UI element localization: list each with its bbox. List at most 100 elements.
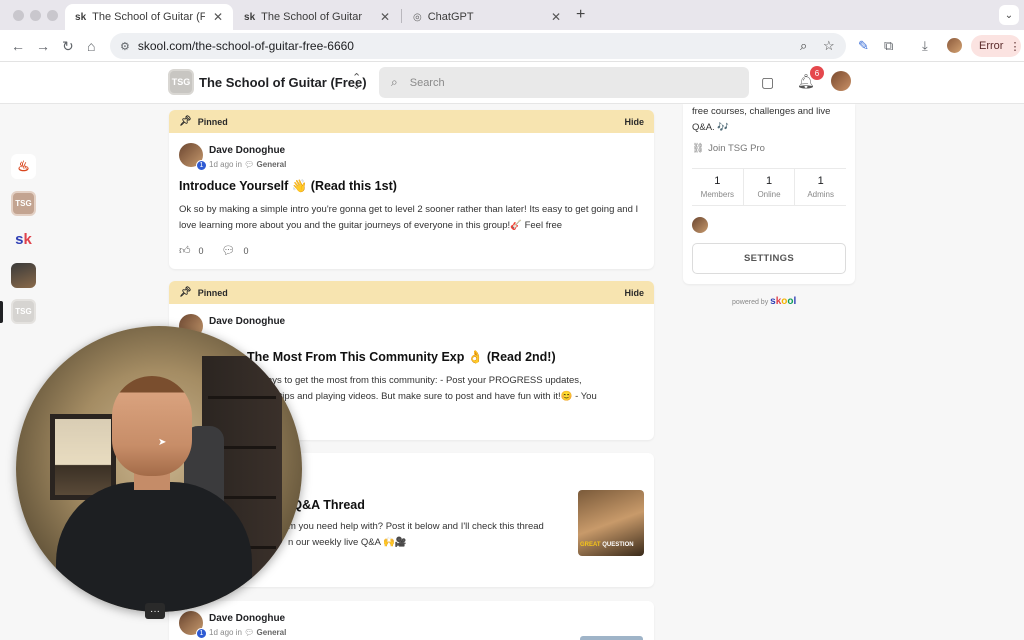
stat-admins[interactable]: 1 Admins [794, 169, 846, 205]
stat-label: Admins [807, 190, 835, 199]
post-category[interactable]: General [257, 160, 287, 169]
user-avatar[interactable] [831, 71, 851, 91]
post-body: m you need help with? Post it below and … [288, 519, 568, 551]
join-label: Join TSG Pro [708, 143, 765, 154]
search-input[interactable]: ⌕ Search [379, 67, 749, 98]
webcam-more-button[interactable]: ··· [145, 603, 165, 619]
join-tsg-pro-link[interactable]: ⛓ Join TSG Pro [692, 143, 765, 154]
site-info-icon[interactable]: ⚙ [120, 40, 130, 53]
post-category[interactable]: General [257, 628, 287, 637]
post-title[interactable]: Introduce Yourself 👋 (Read this 1st) [169, 179, 654, 194]
window-close-button[interactable] [13, 10, 24, 21]
stat-value: 1 [817, 175, 824, 187]
post-actions: 👍︎ 0 💬︎ 0 [169, 244, 654, 257]
stat-value: 1 [765, 175, 773, 187]
stat-online[interactable]: 1 Online [742, 169, 795, 205]
stat-value: 1 [714, 175, 721, 187]
author-name[interactable]: Dave Donoghue [209, 316, 285, 327]
category-chat-icon: 💬︎ [244, 160, 255, 169]
comment-icon[interactable]: 💬︎ [222, 244, 236, 257]
tab-title: The School of Guitar [261, 11, 363, 23]
home-icon[interactable]: ⌂ [87, 38, 95, 54]
error-label: Error [979, 40, 1004, 52]
rail-tsg-group[interactable]: TSG [11, 191, 36, 216]
window-minimize-button[interactable] [30, 10, 41, 21]
author-name[interactable]: Dave Donoghue [209, 613, 285, 624]
rail-photo-group[interactable] [11, 263, 36, 288]
group-switcher-chevrons-icon[interactable]: ⌃ ⌄ [352, 73, 361, 92]
search-placeholder: Search [409, 76, 445, 89]
new-tab-icon[interactable]: + [576, 6, 585, 24]
stat-label: Members [700, 190, 734, 199]
powered-by-label: powered by [732, 299, 769, 306]
pin-icon: 📌︎ [179, 287, 192, 298]
author-row: 1 Dave Donoghue 1d ago in 💬︎ General [169, 143, 654, 173]
chat-icon[interactable]: ▢ [761, 74, 774, 91]
stat-members[interactable]: 1 Members [692, 169, 743, 205]
reload-icon[interactable]: ↻ [62, 38, 74, 55]
close-tab-icon[interactable]: ✕ [551, 10, 561, 24]
category-chat-icon: 💬︎ [244, 628, 255, 637]
settings-button[interactable]: SETTINGS [692, 243, 846, 274]
skool-header: TSG The School of Guitar (Free) ⌃ ⌄ ⌕ Sea… [0, 62, 1024, 104]
back-arrow-icon[interactable]: ← [11, 38, 25, 54]
post-body-line: m you need help with? Post it below and … [288, 521, 544, 532]
globe-icon: ◎ [413, 11, 422, 23]
browser-toolbar: ← → ↻ ⌂ ⚙ skool.com/the-school-of-guitar… [0, 30, 1024, 62]
author-name[interactable]: Dave Donoghue [209, 145, 285, 156]
rail-skool-icon[interactable]: sk [11, 227, 36, 252]
pinned-bar: 📌︎ Pinned Hide [169, 281, 654, 304]
profile-avatar[interactable] [947, 38, 962, 53]
group-name[interactable]: The School of Guitar (Free) [199, 75, 367, 90]
skool-logo: skool [770, 296, 797, 307]
menu-dots-icon: ⋮ [1009, 40, 1021, 53]
webcam-overlay[interactable] [16, 326, 302, 612]
post-time: 1d ago in [209, 628, 242, 637]
rail-tsg-free-group[interactable]: TSG [11, 299, 36, 324]
member-avatar[interactable] [692, 217, 708, 233]
rail-torch-group-icon[interactable]: ♨ [11, 154, 36, 179]
tab-school-of-guitar[interactable]: sk The School of Guitar ✕ [234, 4, 400, 30]
thumbnail-caption: GREAT QUESTION [580, 542, 634, 548]
download-icon[interactable]: ⤓ [922, 38, 928, 54]
window-zoom-button[interactable] [47, 10, 58, 21]
skool-favicon-icon: sk [75, 11, 87, 23]
forward-arrow-icon[interactable]: → [36, 38, 50, 54]
pin-icon: 📌︎ [179, 116, 192, 127]
search-icon: ⌕ [391, 75, 398, 89]
group-stats: 1 Members 1 Online 1 Admins [692, 168, 846, 206]
powered-by-skool[interactable]: powered by skool [732, 296, 796, 307]
post-thumbnail-edge [580, 636, 643, 640]
skool-favicon-icon: sk [244, 11, 256, 23]
level-badge: 1 [196, 628, 207, 639]
comment-count: 0 [243, 245, 249, 256]
browser-tab-strip: sk The School of Guitar (Free) ✕ sk The … [0, 0, 1024, 30]
tab-title: The School of Guitar (Free) [92, 11, 205, 23]
tab-title: ChatGPT [427, 11, 474, 23]
post-thumbnail[interactable]: GREAT QUESTION [578, 490, 644, 556]
tab-chatgpt[interactable]: ◎ ChatGPT ✕ [403, 4, 571, 30]
bookmark-star-icon[interactable]: ☆ [823, 38, 835, 54]
group-logo[interactable]: TSG [168, 69, 194, 95]
tab-search-chevron-icon[interactable]: ⌄ [999, 5, 1019, 25]
group-description: free courses, challenges and live Q&A. 🎶 [692, 106, 831, 133]
zoom-magnifier-icon[interactable]: ⌕ [800, 38, 807, 54]
stat-label: Online [757, 190, 781, 199]
link-icon: ⛓ [692, 143, 705, 154]
hide-button[interactable]: Hide [624, 288, 644, 298]
address-bar[interactable]: ⚙ skool.com/the-school-of-guitar-free-66… [110, 33, 846, 59]
presenter-head [112, 376, 192, 476]
extensions-puzzle-icon[interactable]: ⧉ [884, 38, 893, 54]
post-card[interactable]: 📌︎ Pinned Hide 1 Dave Donoghue 1d ago in… [169, 110, 654, 269]
presenter-body [56, 482, 252, 612]
post-body-line: n our weekly live Q&A 🙌🎥 [288, 537, 407, 548]
close-tab-icon[interactable]: ✕ [213, 10, 223, 24]
mouse-cursor-icon: ➤ [158, 437, 167, 448]
close-tab-icon[interactable]: ✕ [380, 10, 390, 24]
pinned-bar: 📌︎ Pinned Hide [169, 110, 654, 133]
like-thumb-icon[interactable]: 👍︎ [179, 244, 191, 257]
browser-error-button[interactable]: Error ⋮ [971, 35, 1021, 57]
hide-button[interactable]: Hide [624, 117, 644, 127]
tab-school-of-guitar-free[interactable]: sk The School of Guitar (Free) ✕ [65, 4, 233, 30]
extension-pen-icon[interactable]: ✎ [858, 38, 869, 54]
